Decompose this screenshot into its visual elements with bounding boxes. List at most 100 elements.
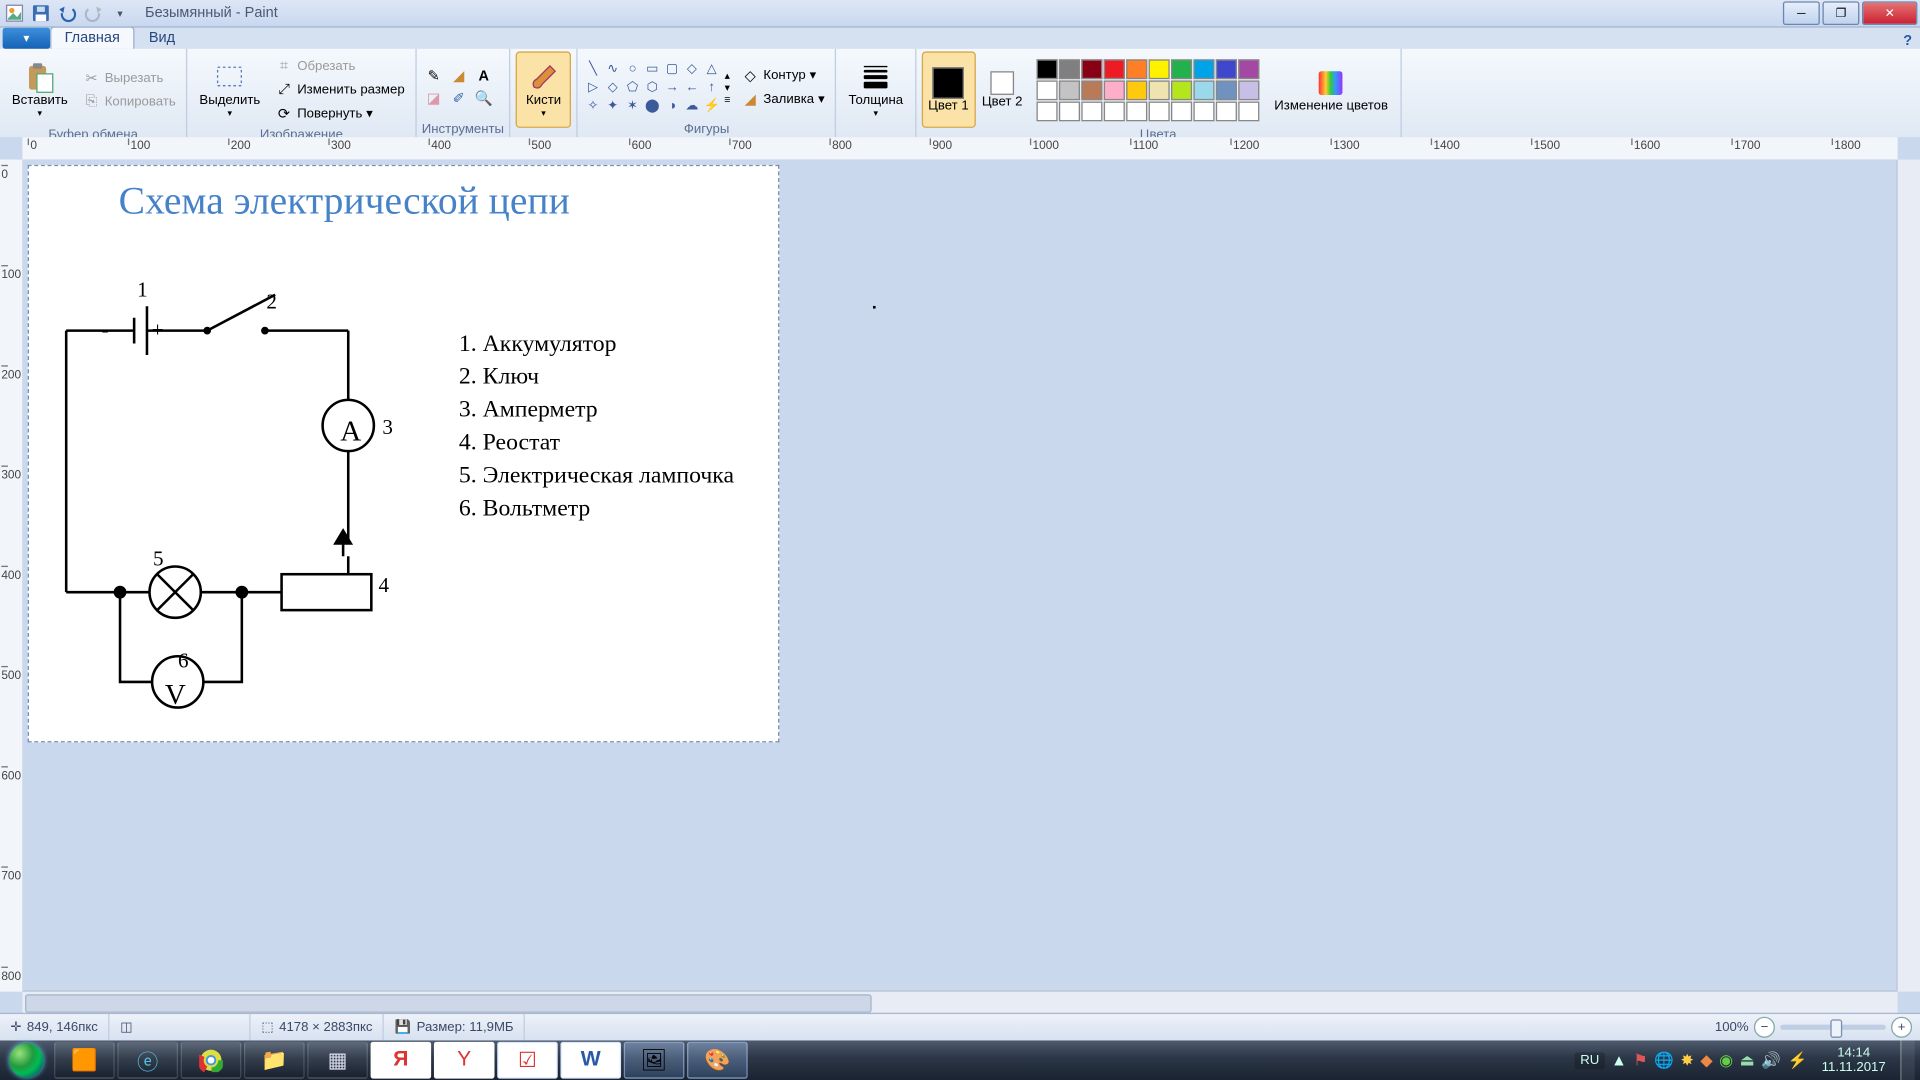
palette-swatch[interactable] bbox=[1216, 80, 1237, 100]
paste-button[interactable]: Вставить ▾ bbox=[5, 51, 74, 127]
palette-swatch[interactable] bbox=[1104, 101, 1125, 121]
picker-tool[interactable]: ✐ bbox=[447, 88, 471, 109]
zoom-out-button[interactable]: − bbox=[1754, 1017, 1775, 1038]
help-icon[interactable]: ? bbox=[1903, 33, 1912, 49]
tray-battery-icon[interactable]: ⚡ bbox=[1787, 1051, 1807, 1069]
taskbar-word[interactable]: W bbox=[560, 1042, 621, 1079]
rotate-button[interactable]: ⟳Повернуть ▾ bbox=[270, 102, 410, 124]
select-button[interactable]: Выделить ▾ bbox=[193, 51, 267, 127]
fill-tool[interactable]: ◢ bbox=[447, 65, 471, 86]
canvas[interactable]: Схема электрической цепи bbox=[28, 165, 780, 743]
show-desktop-button[interactable] bbox=[1900, 1040, 1915, 1080]
brushes-button[interactable]: Кисти ▾ bbox=[516, 51, 571, 127]
taskbar-yandex[interactable]: Я bbox=[371, 1042, 432, 1079]
taskbar-explorer[interactable]: 📁 bbox=[244, 1042, 305, 1079]
palette-swatch[interactable] bbox=[1059, 101, 1080, 121]
group-tools: ✎ ◢ A ◪ ✐ 🔍 Инструменты bbox=[417, 49, 511, 139]
palette-swatch[interactable] bbox=[1194, 101, 1215, 121]
palette-swatch[interactable] bbox=[1104, 80, 1125, 100]
pencil-tool[interactable]: ✎ bbox=[422, 65, 446, 86]
palette-swatch[interactable] bbox=[1171, 59, 1192, 79]
undo-icon[interactable] bbox=[55, 1, 79, 25]
palette-swatch[interactable] bbox=[1149, 59, 1170, 79]
close-button[interactable]: ✕ bbox=[1862, 1, 1917, 25]
color1-swatch bbox=[933, 67, 965, 99]
vertical-scrollbar[interactable] bbox=[1896, 160, 1920, 992]
cut-button[interactable]: ✂Вырезать bbox=[77, 67, 181, 89]
zoom-in-button[interactable]: + bbox=[1891, 1017, 1912, 1038]
palette-swatch[interactable] bbox=[1127, 101, 1148, 121]
palette-swatch[interactable] bbox=[1149, 80, 1170, 100]
palette-swatch[interactable] bbox=[1194, 59, 1215, 79]
minimize-button[interactable]: ─ bbox=[1783, 1, 1820, 25]
palette-swatch[interactable] bbox=[1194, 80, 1215, 100]
edit-colors-button[interactable]: Изменение цветов bbox=[1268, 51, 1395, 127]
palette-swatch[interactable] bbox=[1037, 59, 1058, 79]
palette-swatch[interactable] bbox=[1059, 80, 1080, 100]
crop-button[interactable]: ⌗Обрезать bbox=[270, 55, 410, 77]
color2-button[interactable]: Цвет 2 bbox=[975, 51, 1029, 127]
taskbar-calculator[interactable]: ▦ bbox=[307, 1042, 368, 1079]
shapes-scroll-up[interactable]: ▴ bbox=[724, 69, 730, 81]
taskbar-media-player[interactable]: 🟧 bbox=[54, 1042, 115, 1079]
taskbar-paint[interactable]: 🎨 bbox=[687, 1042, 748, 1079]
text-tool[interactable]: A bbox=[472, 65, 496, 86]
tab-view[interactable]: Вид bbox=[134, 26, 189, 48]
copy-button[interactable]: ⎘Копировать bbox=[77, 90, 181, 112]
palette-swatch[interactable] bbox=[1171, 101, 1192, 121]
size-button[interactable]: Толщина ▾ bbox=[842, 51, 910, 127]
palette-swatch[interactable] bbox=[1037, 101, 1058, 121]
redo-icon[interactable] bbox=[82, 1, 106, 25]
paint-app-icon[interactable] bbox=[3, 1, 27, 25]
color1-button[interactable]: Цвет 1 bbox=[922, 51, 976, 127]
palette-swatch[interactable] bbox=[1239, 80, 1260, 100]
canvas-viewport[interactable]: Схема электрической цепи bbox=[22, 160, 1897, 992]
palette-swatch[interactable] bbox=[1216, 101, 1237, 121]
horizontal-scrollbar[interactable] bbox=[22, 990, 1897, 1014]
tray-shield-icon[interactable]: ⚑ bbox=[1633, 1051, 1647, 1069]
shapes-gallery[interactable]: ╲∿○▭▢◇△ ▷◇⬠⬡→←↑ ✧✦✶⬤◑☁⚡ bbox=[583, 59, 721, 114]
palette-swatch[interactable] bbox=[1149, 101, 1170, 121]
taskbar-app-check[interactable]: ☑ bbox=[497, 1042, 558, 1079]
tray-av-icon[interactable]: ◉ bbox=[1719, 1051, 1733, 1069]
resize-button[interactable]: ⤢Изменить размер bbox=[270, 78, 410, 100]
shape-fill-button[interactable]: ◢Заливка ▾ bbox=[736, 88, 830, 110]
palette-swatch[interactable] bbox=[1239, 101, 1260, 121]
tray-volume-icon[interactable]: 🔊 bbox=[1761, 1051, 1781, 1069]
palette-swatch[interactable] bbox=[1082, 101, 1103, 121]
start-button[interactable] bbox=[0, 1040, 53, 1080]
maximize-button[interactable]: ❐ bbox=[1822, 1, 1859, 25]
palette-swatch[interactable] bbox=[1037, 80, 1058, 100]
shapes-scroll-down[interactable]: ▾ bbox=[724, 81, 730, 93]
palette-swatch[interactable] bbox=[1127, 80, 1148, 100]
save-icon[interactable] bbox=[29, 1, 53, 25]
tray-clock[interactable]: 14:1411.11.2017 bbox=[1814, 1046, 1894, 1075]
taskbar-photo-viewer[interactable]: 🖼 bbox=[624, 1042, 685, 1079]
color-palette[interactable] bbox=[1037, 59, 1260, 121]
palette-swatch[interactable] bbox=[1127, 59, 1148, 79]
tray-app-icon[interactable]: ✸ bbox=[1681, 1051, 1694, 1069]
eraser-tool[interactable]: ◪ bbox=[422, 88, 446, 109]
tray-usb-icon[interactable]: ⏏ bbox=[1740, 1051, 1755, 1069]
shapes-expand[interactable]: ≡ bbox=[724, 93, 730, 105]
palette-swatch[interactable] bbox=[1082, 59, 1103, 79]
taskbar-chrome[interactable] bbox=[181, 1042, 242, 1079]
palette-swatch[interactable] bbox=[1216, 59, 1237, 79]
palette-swatch[interactable] bbox=[1239, 59, 1260, 79]
taskbar-ie[interactable]: ⓔ bbox=[117, 1042, 178, 1079]
tab-home[interactable]: Главная bbox=[50, 26, 134, 48]
file-menu-button[interactable]: ▾ bbox=[3, 28, 50, 49]
tray-flag-icon[interactable]: ▲ bbox=[1611, 1051, 1627, 1069]
palette-swatch[interactable] bbox=[1104, 59, 1125, 79]
palette-swatch[interactable] bbox=[1171, 80, 1192, 100]
taskbar-app-y[interactable]: Y bbox=[434, 1042, 495, 1079]
zoom-slider[interactable] bbox=[1780, 1025, 1885, 1030]
tray-app2-icon[interactable]: ◆ bbox=[1700, 1051, 1712, 1069]
palette-swatch[interactable] bbox=[1082, 80, 1103, 100]
qat-dropdown-icon[interactable]: ▾ bbox=[108, 1, 132, 25]
language-indicator[interactable]: RU bbox=[1575, 1052, 1605, 1069]
tray-network-icon[interactable]: 🌐 bbox=[1654, 1051, 1674, 1069]
magnifier-tool[interactable]: 🔍 bbox=[472, 88, 496, 109]
palette-swatch[interactable] bbox=[1059, 59, 1080, 79]
shape-outline-button[interactable]: ◇Контур ▾ bbox=[736, 64, 830, 86]
